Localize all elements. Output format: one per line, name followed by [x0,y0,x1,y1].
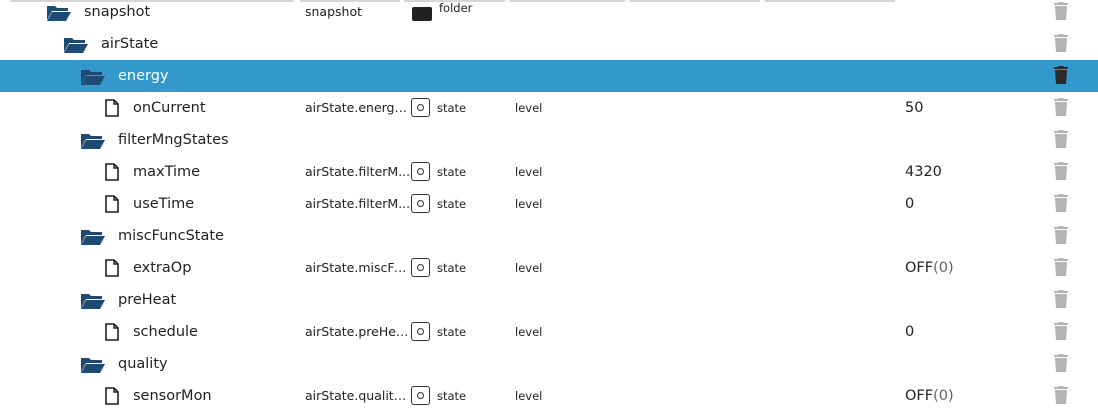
tree-state-row[interactable]: schedule airState.preHea... state level 0 [0,316,1098,348]
file-icon[interactable] [105,387,119,409]
file-icon[interactable] [105,163,119,185]
tree-item-name: maxTime [133,164,201,180]
folder-open-icon[interactable] [80,68,106,90]
object-role: level [515,389,543,403]
trash-icon[interactable] [1054,130,1068,152]
object-type: state [437,261,467,275]
trash-icon[interactable] [1054,98,1068,120]
object-type: state [437,197,467,211]
state-value-text: 50 [905,100,924,116]
folder-type-icon [412,7,432,21]
trash-icon[interactable] [1054,322,1068,344]
trash-icon[interactable] [1054,194,1068,216]
tree-state-row[interactable]: maxTime airState.filterM... state level 4320 [0,156,1098,188]
object-type: folder [439,1,473,15]
tree-item-name: quality [118,356,168,372]
trash-icon[interactable] [1054,162,1068,184]
object-id: airState.filterM... [305,196,411,211]
object-id: airState.quality.... [305,388,411,403]
state-value[interactable]: OFF(0) [905,380,954,412]
object-id: airState.miscFu... [305,260,411,275]
object-id: snapshot [305,4,363,19]
object-type: state [437,389,467,403]
tree-folder-row[interactable]: airState [0,28,1098,60]
folder-open-icon[interactable] [46,4,72,26]
tree-item-name: schedule [133,324,198,340]
object-type: state [437,101,467,115]
tree-item-name: airState [101,36,159,52]
object-type: state [437,325,467,339]
state-type-icon [411,162,430,181]
file-icon[interactable] [105,259,119,281]
file-icon[interactable] [105,99,119,121]
state-type-icon [411,386,430,405]
trash-icon[interactable] [1054,386,1068,408]
tree-folder-row[interactable]: snapshot snapshot folder [0,0,1098,28]
state-value[interactable]: 50 [905,92,923,124]
tree-item-name: onCurrent [133,100,206,116]
file-icon[interactable] [105,323,119,345]
state-type-icon [411,98,430,117]
tree-state-row[interactable]: extraOp airState.miscFu... state level OFF(0… [0,252,1098,284]
state-value-text: OFF [905,260,934,276]
tree-state-row[interactable]: onCurrent airState.energy.... state level 50 [0,92,1098,124]
folder-open-icon[interactable] [80,292,106,314]
tree-folder-row[interactable]: quality [0,348,1098,380]
tree-folder-row[interactable]: preHeat [0,284,1098,316]
tree-item-name: energy [118,68,169,84]
tree-folder-row[interactable]: energy [0,60,1098,92]
folder-open-icon[interactable] [63,36,89,58]
state-value[interactable]: 0 [905,316,914,348]
tree-item-name: miscFuncState [118,228,224,244]
object-role: level [515,261,543,275]
object-type: state [437,165,467,179]
tree-item-name: snapshot [84,4,151,20]
state-value[interactable]: 0 [905,188,914,220]
tree-item-name: preHeat [118,292,177,308]
object-id: airState.filterM... [305,164,411,179]
state-value-text: 0 [905,324,915,340]
trash-icon[interactable] [1054,34,1068,56]
trash-icon[interactable] [1054,226,1068,248]
state-value-raw: (0) [933,388,954,404]
tree-item-name: extraOp [133,260,192,276]
object-role: level [515,101,543,115]
state-value-text: OFF [905,388,934,404]
state-value[interactable]: 4320 [905,156,942,188]
trash-icon[interactable] [1054,258,1068,280]
object-role: level [515,325,543,339]
tree-item-name: filterMngStates [118,132,229,148]
state-type-icon [411,194,430,213]
state-type-icon [411,258,430,277]
state-value-text: 4320 [905,164,942,180]
tree-folder-row[interactable]: miscFuncState [0,220,1098,252]
object-role: level [515,197,543,211]
tree-item-name: sensorMon [133,388,212,404]
folder-open-icon[interactable] [80,228,106,250]
state-value[interactable]: OFF(0) [905,252,954,284]
tree-state-row[interactable]: useTime airState.filterM... state level 0 [0,188,1098,220]
trash-icon[interactable] [1054,354,1068,376]
tree-folder-row[interactable]: filterMngStates [0,124,1098,156]
trash-icon[interactable] [1054,66,1068,88]
folder-open-icon[interactable] [80,356,106,378]
tree-item-name: useTime [133,196,195,212]
state-type-icon [411,322,430,341]
object-role: level [515,165,543,179]
tree-state-row[interactable]: sensorMon airState.quality.... state level O… [0,380,1098,412]
object-id: airState.energy.... [305,100,411,115]
object-id: airState.preHea... [305,324,411,339]
trash-icon[interactable] [1054,290,1068,312]
file-icon[interactable] [105,195,119,217]
trash-icon[interactable] [1054,2,1068,24]
state-value-raw: (0) [933,260,954,276]
state-value-text: 0 [905,196,915,212]
folder-open-icon[interactable] [80,132,106,154]
